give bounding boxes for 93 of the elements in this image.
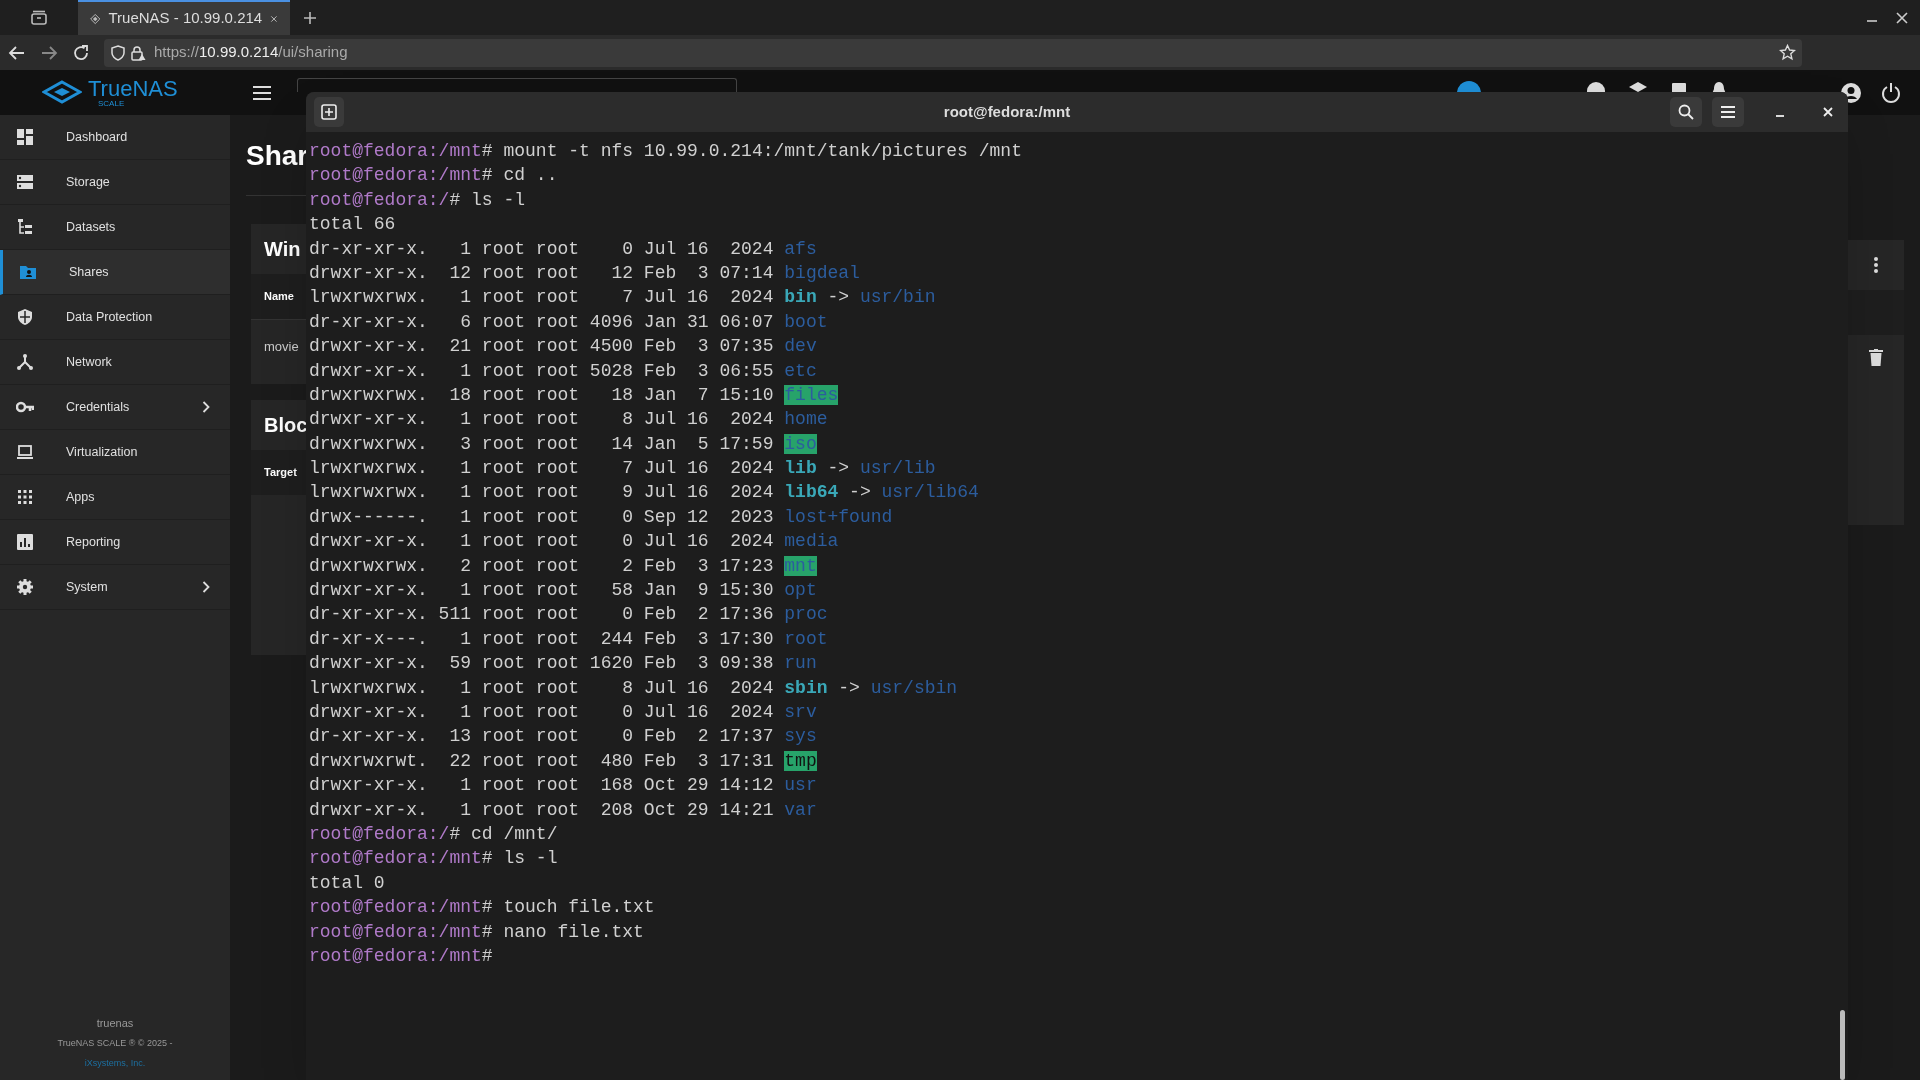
sidebar-item[interactable]: Credentials [0,385,230,430]
power-icon[interactable] [1880,81,1902,104]
close-icon[interactable] [1822,106,1834,118]
sidebar-item[interactable]: Reporting [0,520,230,565]
sidebar-item[interactable]: Virtualization [0,430,230,475]
menu-icon[interactable] [252,84,272,101]
output-line: total 66 [309,213,397,237]
more-options-icon[interactable] [1873,256,1879,274]
laptop-icon [16,443,34,461]
listing-line: lrwxrwxrwx. 1 root root 7 Jul 16 2024 lib -> usr/lib [309,457,937,481]
page-title: Shar [246,140,309,171]
listing-line: drwxr-xr-x. 21 root root 4500 Feb 3 07:35 dev [309,335,818,359]
ix-logo-icon [1456,80,1482,92]
listing-line: dr-xr-xr-x. 13 root root 0 Feb 2 17:37 sys [309,725,818,749]
listing-line: drwxrwxrwx. 2 root root 2 Feb 3 17:23 mnt [309,554,818,578]
storage-icon [16,173,34,191]
settings-icon [16,578,34,596]
browser-tab[interactable]: TrueNAS - 10.99.0.214 [78,0,290,35]
command-line: root@fedora:/mnt# cd .. [309,164,559,188]
menu-icon [1720,105,1736,119]
listing-line: lrwxrwxrwx. 1 root root 8 Jul 16 2024 sbin -> usr/sbin [309,676,959,700]
listing-line: drwxr-xr-x. 1 root root 0 Jul 16 2024 media [309,530,840,554]
card-title: Win [264,237,301,262]
command-line: root@fedora:/mnt# touch file.txt [309,896,656,920]
dashboard-icon [16,128,34,146]
hostname-text: truenas [96,1015,134,1031]
listing-line: drwxr-xr-x. 1 root root 0 Jul 16 2024 srv [309,701,818,724]
url-text: https://10.99.0.214/ui/sharing [154,42,348,63]
listing-line: drwxr-xr-x. 1 root root 208 Oct 29 14:21 var [309,798,818,822]
card-title: Bloc [264,413,308,438]
listing-line: dr-xr-x---. 1 root root 244 Feb 3 17:30 root [309,627,829,651]
listing-line: dr-xr-xr-x. 6 root root 4096 Jan 31 06:07 boot [309,310,829,334]
reload-icon[interactable] [72,43,90,62]
listing-line: lrwxrwxrwx. 1 root root 9 Jul 16 2024 lib64 -> usr/lib64 [309,481,980,505]
listing-line: lrwxrwxrwx. 1 root root 7 Jul 16 2024 bin -> usr/bin [309,286,937,310]
listing-line: drwxr-xr-x. 1 root root 58 Jan 9 15:30 opt [309,579,818,603]
tab-list-icon[interactable] [30,9,48,26]
chart-icon [16,533,34,551]
sidebar-item[interactable]: Apps [0,475,230,520]
clipboard-icon[interactable] [1670,80,1688,92]
back-icon[interactable] [8,43,26,62]
layers-icon[interactable] [1628,80,1648,92]
datasets-icon [16,218,34,236]
sidebar-item[interactable]: Network [0,340,230,385]
listing-line: drwxrwxrwt. 22 root root 480 Feb 3 17:31 tmp [309,749,818,773]
listing-line: drwxr-xr-x. 1 root root 8 Jul 16 2024 home [309,408,829,432]
new-tab-button[interactable] [314,97,344,127]
listing-line: drwxr-xr-x. 12 root root 12 Feb 3 07:14 bigdeal [309,261,861,285]
forward-icon[interactable] [40,43,58,62]
command-line: root@fedora:/mnt# [309,944,494,968]
command-line: root@fedora:/mnt# mount -t nfs 10.99.0.214:/mnt/tank/pictures /mnt [309,140,1023,163]
address-bar[interactable]: https://10.99.0.214/ui/sharing [104,38,1802,67]
listing-line: drwxr-xr-x. 1 root root 5028 Feb 3 06:55 etc [309,359,818,383]
listing-line: dr-xr-xr-x. 511 root root 0 Feb 2 17:36 proc [309,603,829,627]
sidebar-item[interactable]: Dashboard [0,115,230,160]
network-icon [16,353,34,371]
listing-line: drwxr-xr-x. 59 root root 1620 Feb 3 09:38 run [309,652,818,676]
bell-icon[interactable] [1710,80,1728,92]
sidebar-item[interactable]: Shares [0,250,230,295]
bookmark-star-icon[interactable] [1779,44,1796,61]
listing-line: drwxrwxrwx. 18 root root 18 Jan 7 15:10 files [309,383,840,407]
listing-line: drwxrwxrwx. 3 root root 14 Jan 5 17:59 iso [309,432,818,456]
command-line: root@fedora:/mnt# nano file.txt [309,920,645,944]
new-tab-icon[interactable] [303,10,317,25]
shield-icon [16,308,34,326]
window-title: root@fedora:/mnt [943,101,1071,122]
listing-line: drwxr-xr-x. 1 root root 168 Oct 29 14:12 usr [309,774,818,798]
listing-line: dr-xr-xr-x. 1 root root 0 Jul 16 2024 afs [309,237,818,261]
command-line: root@fedora:/# ls -l [309,188,527,212]
sidebar-item[interactable]: Data Protection [0,295,230,340]
shares-icon [19,263,37,281]
truenas-logo-icon [42,79,82,106]
column-header: Name [251,274,306,319]
command-line: root@fedora:/# cd /mnt/ [309,822,559,846]
add-tab-icon [321,104,337,120]
copyright-text: TrueNAS SCALE ® © 2025 - [57,1037,173,1050]
shield-icon[interactable] [110,44,126,61]
apps-grid-icon [16,488,34,506]
status-icon[interactable] [1586,80,1606,92]
menu-button[interactable] [1712,97,1744,127]
listing-line: drwx------. 1 root root 0 Sep 12 2023 lost+found [309,505,894,529]
sidebar-item[interactable]: System [0,565,230,610]
output-line: total 0 [309,871,386,895]
search-icon [1678,104,1694,120]
lock-warning-icon[interactable] [130,44,146,61]
command-line: root@fedora:/mnt# ls -l [309,847,559,871]
brand-name: TrueNAS [88,77,178,100]
sidebar-item[interactable]: Storage [0,160,230,205]
brand-edition: SCALE [98,99,126,108]
close-window-icon[interactable] [1896,11,1908,24]
delete-icon[interactable] [1869,349,1883,366]
search-button[interactable] [1670,97,1702,127]
column-header: Target [251,450,306,495]
